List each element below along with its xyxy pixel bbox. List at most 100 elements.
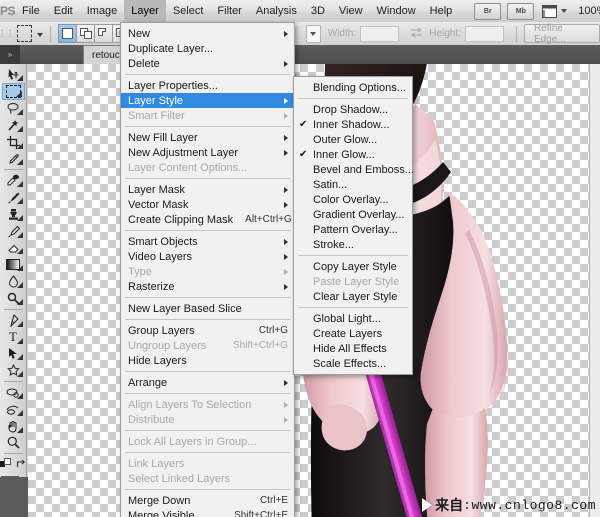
crop-tool[interactable] [2,134,25,151]
refine-edge-button[interactable]: Refine Edge... [523,23,600,45]
zoom-tool[interactable] [2,435,25,452]
menu-separator [125,489,290,490]
menu-image[interactable]: Image [80,0,125,22]
menu-item-arrange[interactable]: Arrange [121,375,294,390]
menu-select[interactable]: Select [166,0,211,22]
submenu-item-copy-layer-style[interactable]: Copy Layer Style [294,259,412,274]
custom-shape-tool[interactable] [2,362,25,379]
gradient-tool[interactable] [2,256,25,273]
style-dropdown[interactable] [306,24,321,43]
menu-separator [125,371,290,372]
menu-item-layer-style[interactable]: Layer Style [121,93,294,108]
swap-dimensions-icon[interactable] [410,27,423,41]
width-label: Width: [327,28,357,39]
menu-item-new-layer-based-slice[interactable]: New Layer Based Slice [121,301,294,316]
3d-camera-rotate-tool[interactable] [2,401,25,418]
menu-help[interactable]: Help [423,0,460,22]
canvas-vertical-scrollbar[interactable] [589,64,600,517]
history-brush-tool[interactable] [2,223,25,240]
menu-separator [125,393,290,394]
launch-mini-bridge-button[interactable]: Mb [507,2,535,20]
submenu-item-hide-all-effects[interactable]: Hide All Effects [294,341,412,356]
submenu-item-stroke[interactable]: Stroke... [294,237,412,252]
submenu-item-inner-glow[interactable]: ✔ Inner Glow... [294,147,412,162]
submenu-arrow-icon [284,112,288,119]
pen-tool[interactable] [2,312,25,329]
menu-item-vector-mask[interactable]: Vector Mask [121,197,294,212]
menu-item-merge-visible[interactable]: Merge Visible Shift+Ctrl+E [121,508,294,517]
menu-item-group-layers[interactable]: Group Layers Ctrl+G [121,323,294,338]
brush-tool[interactable] [2,189,25,206]
menu-3d[interactable]: 3D [304,0,332,22]
menu-analysis[interactable]: Analysis [249,0,304,22]
menu-shortcut: Ctrl+G [258,325,288,336]
rectangular-marquee-tool[interactable] [1,82,25,101]
menu-item-smart-objects[interactable]: Smart Objects [121,234,294,249]
menu-item-video-layers[interactable]: Video Layers [121,249,294,264]
menu-edit[interactable]: Edit [47,0,80,22]
photoshop-logo-icon: PS [0,4,16,18]
toolbox-panel: T [0,64,27,517]
menu-item-new[interactable]: New [121,26,294,41]
menu-file[interactable]: File [15,0,47,22]
submenu-item-pattern-overlay[interactable]: Pattern Overlay... [294,222,412,237]
menu-item-create-clipping-mask[interactable]: Create Clipping Mask Alt+Ctrl+G [121,212,294,227]
quick-selection-tool[interactable] [2,117,25,134]
move-tool[interactable] [2,66,25,83]
menu-item-duplicate-layer[interactable]: Duplicate Layer... [121,41,294,56]
hand-tool[interactable] [2,418,25,435]
active-tool-rectangular-marquee-icon[interactable] [17,25,33,42]
menu-item-layer-mask[interactable]: Layer Mask [121,182,294,197]
eyedropper-tool[interactable] [2,151,25,168]
submenu-item-gradient-overlay[interactable]: Gradient Overlay... [294,207,412,222]
dodge-tool[interactable] [2,290,25,307]
spot-healing-brush-tool[interactable] [2,172,25,189]
submenu-item-inner-shadow[interactable]: ✔ Inner Shadow... [294,117,412,132]
subtract-from-selection-button[interactable] [94,24,114,43]
submenu-item-drop-shadow[interactable]: Drop Shadow... [294,102,412,117]
default-colors-icon[interactable] [0,458,11,473]
width-input[interactable] [360,25,400,42]
menu-item-new-fill-layer[interactable]: New Fill Layer [121,130,294,145]
submenu-item-create-layers[interactable]: Create Layers [294,326,412,341]
height-input[interactable] [464,25,505,42]
submenu-item-scale-effects[interactable]: Scale Effects... [294,356,412,371]
menu-item-smart-filter: Smart Filter [121,108,294,123]
submenu-arrow-icon [284,379,288,386]
blur-tool[interactable] [2,273,25,290]
submenu-item-color-overlay[interactable]: Color Overlay... [294,192,412,207]
submenu-item-global-light[interactable]: Global Light... [294,311,412,326]
options-bar-drag-grip-icon[interactable]: ⋮⋮ [0,22,14,45]
view-extras-icon[interactable] [542,4,558,19]
path-selection-tool[interactable] [2,346,25,363]
menu-view[interactable]: View [332,0,370,22]
submenu-item-outer-glow[interactable]: Outer Glow... [294,132,412,147]
3d-object-rotate-tool[interactable] [2,384,25,401]
menu-window[interactable]: Window [370,0,423,22]
menu-item-layer-properties[interactable]: Layer Properties... [121,78,294,93]
menu-filter[interactable]: Filter [210,0,248,22]
lasso-tool[interactable] [2,100,25,117]
menu-layer[interactable]: Layer [124,0,166,22]
launch-bridge-button[interactable]: Br [474,2,502,20]
panel-grip-icon[interactable]: » [0,45,20,64]
submenu-item-blending-options[interactable]: Blending Options... [294,80,412,95]
add-to-selection-button[interactable] [76,24,96,43]
menu-item-delete[interactable]: Delete [121,56,294,71]
menu-item-rasterize[interactable]: Rasterize [121,279,294,294]
new-selection-button[interactable] [58,24,78,43]
clone-stamp-tool[interactable] [2,206,25,223]
menu-item-hide-layers[interactable]: Hide Layers [121,353,294,368]
eraser-tool[interactable] [2,240,25,257]
view-extras-chevron-down-icon[interactable] [561,9,568,13]
tool-preset-chevron-down-icon[interactable] [37,33,44,37]
toolbox-divider-1 [3,169,23,171]
menu-item-merge-down[interactable]: Merge Down Ctrl+E [121,493,294,508]
submenu-item-clear-layer-style[interactable]: Clear Layer Style [294,289,412,304]
menu-item-new-adjustment-layer[interactable]: New Adjustment Layer [121,145,294,160]
submenu-item-bevel-and-emboss[interactable]: Bevel and Emboss... [294,162,414,177]
submenu-item-satin[interactable]: Satin... [294,177,412,192]
horizontal-type-tool[interactable]: T [2,329,25,346]
swap-colors-icon[interactable] [16,459,27,473]
zoom-level-value[interactable]: 100% [578,5,600,17]
